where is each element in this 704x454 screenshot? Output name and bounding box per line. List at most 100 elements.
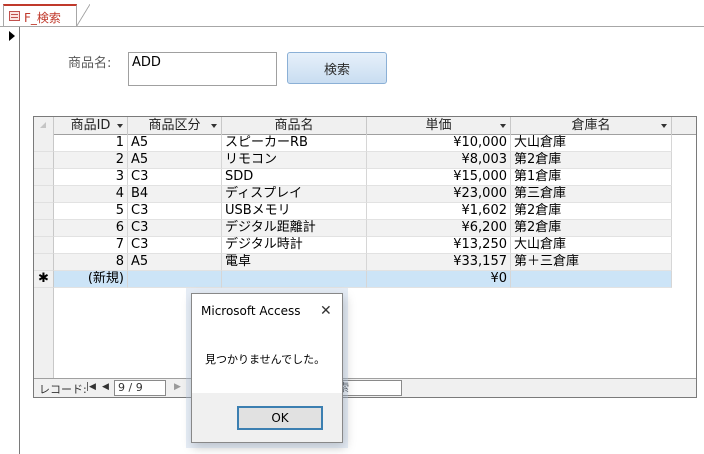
current-record-arrow-icon xyxy=(9,31,15,41)
cell-category[interactable]: C3 xyxy=(128,203,222,220)
new-cell-price[interactable]: ¥0 xyxy=(367,271,511,288)
cell-category[interactable]: C3 xyxy=(128,220,222,237)
search-box[interactable]: 索 xyxy=(334,380,402,396)
row-selector[interactable] xyxy=(34,169,54,186)
table-row[interactable]: 6 C3 デジタル距離計 ¥6,200 第2倉庫 xyxy=(34,220,672,237)
table-row[interactable]: 5 C3 USBメモリ ¥1,602 第2倉庫 xyxy=(34,203,672,220)
form-record-selector[interactable] xyxy=(4,27,20,454)
cell-warehouse[interactable]: 第2倉庫 xyxy=(511,220,672,237)
row-selector[interactable] xyxy=(34,254,54,271)
column-header-name[interactable]: 商品名 xyxy=(222,117,367,135)
dialog-titlebar: Microsoft Access ✕ xyxy=(192,294,342,327)
cell-price[interactable]: ¥1,602 xyxy=(367,203,511,220)
cell-name[interactable]: SDD xyxy=(222,169,367,186)
cell-price[interactable]: ¥6,200 xyxy=(367,220,511,237)
cell-warehouse[interactable]: 大山倉庫 xyxy=(511,135,672,152)
product-name-input[interactable]: ADD xyxy=(128,52,277,86)
table-row[interactable]: 4 B4 ディスプレイ ¥23,000 第三倉庫 xyxy=(34,186,672,203)
row-selector-column xyxy=(34,288,54,378)
row-selector[interactable] xyxy=(34,237,54,254)
column-header-label: 商品名 xyxy=(274,118,314,133)
tab-label: F_検索 xyxy=(24,11,61,25)
column-header-label: 商品区分 xyxy=(148,118,201,133)
cell-category[interactable]: B4 xyxy=(128,186,222,203)
new-cell-name[interactable] xyxy=(222,271,367,288)
cell-category[interactable]: A5 xyxy=(128,152,222,169)
dialog-body: 見つかりませんでした。 xyxy=(192,327,342,393)
row-selector[interactable] xyxy=(34,152,54,169)
cell-id[interactable]: 1 xyxy=(54,135,128,152)
next-record-icon[interactable]: ▶ xyxy=(174,382,181,392)
cell-id[interactable]: 3 xyxy=(54,169,128,186)
cell-id[interactable]: 5 xyxy=(54,203,128,220)
cell-price[interactable]: ¥15,000 xyxy=(367,169,511,186)
row-selector[interactable] xyxy=(34,186,54,203)
cell-category[interactable]: C3 xyxy=(128,237,222,254)
cell-name[interactable]: 電卓 xyxy=(222,254,367,271)
cell-warehouse[interactable]: 第1倉庫 xyxy=(511,169,672,186)
column-header-category[interactable]: 商品区分 xyxy=(128,117,222,135)
current-record-field[interactable]: 9 / 9 xyxy=(114,380,166,396)
row-selector[interactable] xyxy=(34,220,54,237)
close-icon[interactable]: ✕ xyxy=(320,303,332,319)
cell-warehouse[interactable]: 第2倉庫 xyxy=(511,152,672,169)
cell-category[interactable]: C3 xyxy=(128,169,222,186)
row-selector[interactable] xyxy=(34,135,54,152)
cell-name[interactable]: スピーカーRB xyxy=(222,135,367,152)
cell-warehouse[interactable]: 第2倉庫 xyxy=(511,203,672,220)
cell-id[interactable]: 8 xyxy=(54,254,128,271)
cell-price[interactable]: ¥33,157 xyxy=(367,254,511,271)
cell-price[interactable]: ¥8,003 xyxy=(367,152,511,169)
record-label: レコード: xyxy=(39,383,87,396)
cell-id[interactable]: 2 xyxy=(54,152,128,169)
new-record-marker[interactable]: ✱ xyxy=(34,271,54,288)
dropdown-arrow-icon[interactable] xyxy=(661,124,667,128)
table-row[interactable]: 3 C3 SDD ¥15,000 第1倉庫 xyxy=(34,169,672,186)
table-row[interactable]: 7 C3 デジタル時計 ¥13,250 大山倉庫 xyxy=(34,237,672,254)
select-all-corner[interactable] xyxy=(34,117,54,135)
cell-category[interactable]: A5 xyxy=(128,254,222,271)
new-record-row[interactable]: ✱ (新規) ¥0 xyxy=(34,271,672,288)
cell-price[interactable]: ¥10,000 xyxy=(367,135,511,152)
record-navigation-bar: レコード: |◀ ◀ 9 / 9 ▶ 索 xyxy=(34,378,696,397)
row-selector[interactable] xyxy=(34,203,54,220)
cell-price[interactable]: ¥13,250 xyxy=(367,237,511,254)
cell-category[interactable]: A5 xyxy=(128,135,222,152)
form-icon xyxy=(9,11,20,21)
search-button[interactable]: 検索 xyxy=(287,52,387,84)
column-header-label: 商品ID xyxy=(70,118,111,133)
cell-name[interactable]: デジタル距離計 xyxy=(222,220,367,237)
column-header-id[interactable]: 商品ID xyxy=(54,117,128,135)
previous-record-icon[interactable]: ◀ xyxy=(102,382,109,392)
dialog-message: 見つかりませんでした。 xyxy=(205,353,326,366)
table-row[interactable]: 1 A5 スピーカーRB ¥10,000 大山倉庫 xyxy=(34,135,672,152)
cell-id[interactable]: 7 xyxy=(54,237,128,254)
cell-price[interactable]: ¥23,000 xyxy=(367,186,511,203)
cell-warehouse[interactable]: 第＋三倉庫 xyxy=(511,254,672,271)
cell-name[interactable]: USBメモリ xyxy=(222,203,367,220)
new-cell-id[interactable]: (新規) xyxy=(54,271,128,288)
tab-edge xyxy=(76,4,90,27)
cell-name[interactable]: ディスプレイ xyxy=(222,186,367,203)
first-record-icon[interactable]: |◀ xyxy=(86,382,96,392)
column-header-warehouse[interactable]: 倉庫名 xyxy=(511,117,672,135)
new-cell-category[interactable] xyxy=(128,271,222,288)
new-cell-warehouse[interactable] xyxy=(511,271,672,288)
cell-id[interactable]: 6 xyxy=(54,220,128,237)
column-header-label: 単価 xyxy=(425,118,452,133)
cell-warehouse[interactable]: 第三倉庫 xyxy=(511,186,672,203)
subform-datasheet: 商品ID 商品区分 商品名 単価 倉庫名 1 A5 スピーカーRB ¥10,000 大山… xyxy=(33,116,697,398)
column-header-price[interactable]: 単価 xyxy=(367,117,511,135)
tab-f-search[interactable]: F_検索 xyxy=(3,4,77,27)
dropdown-arrow-icon[interactable] xyxy=(117,124,123,128)
cell-name[interactable]: デジタル時計 xyxy=(222,237,367,254)
column-header-label: 倉庫名 xyxy=(571,118,611,133)
table-row[interactable]: 8 A5 電卓 ¥33,157 第＋三倉庫 xyxy=(34,254,672,271)
cell-id[interactable]: 4 xyxy=(54,186,128,203)
dropdown-arrow-icon[interactable] xyxy=(500,124,506,128)
dropdown-arrow-icon[interactable] xyxy=(211,124,217,128)
cell-name[interactable]: リモコン xyxy=(222,152,367,169)
ok-button[interactable]: OK xyxy=(237,406,323,430)
cell-warehouse[interactable]: 大山倉庫 xyxy=(511,237,672,254)
table-row[interactable]: 2 A5 リモコン ¥8,003 第2倉庫 xyxy=(34,152,672,169)
